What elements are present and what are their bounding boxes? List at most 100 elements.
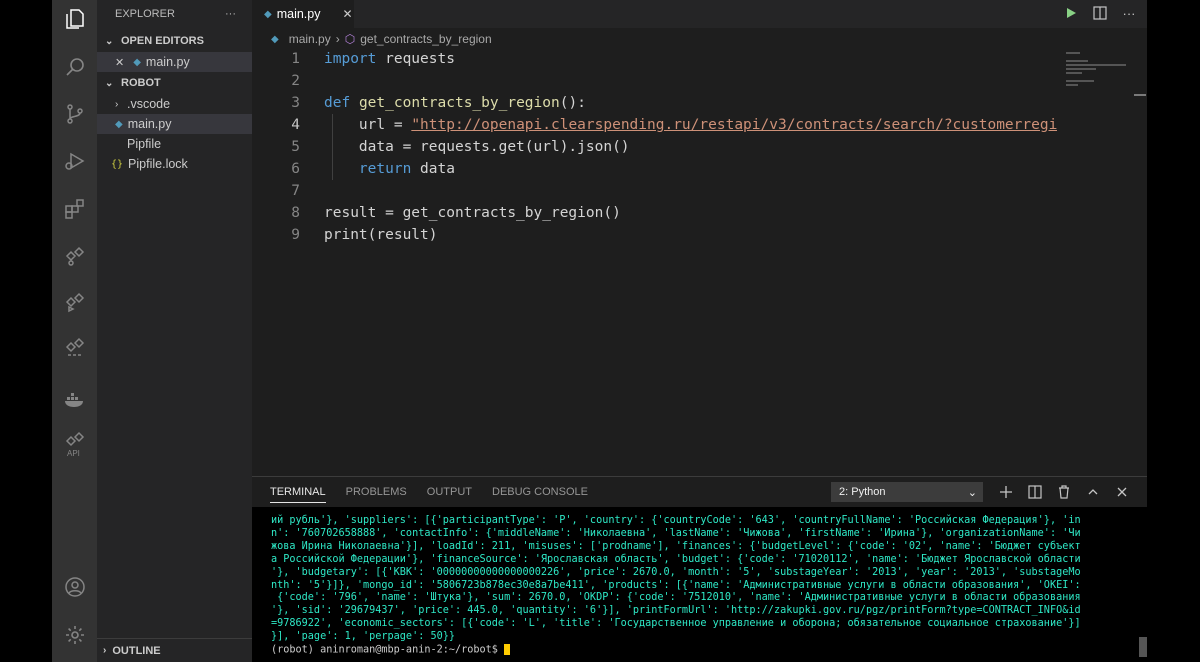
open-editor-item[interactable]: ✕ ◆ main.py: [97, 52, 252, 72]
open-editors-label: OPEN EDITORS: [121, 35, 204, 47]
python-file-icon: ◆: [115, 118, 123, 130]
tab-terminal[interactable]: TERMINAL: [270, 486, 326, 503]
code-line[interactable]: 5 data = requests.get(url).json(): [252, 136, 1062, 158]
tree-item-label: Pipfile: [127, 137, 162, 151]
files-icon[interactable]: [60, 4, 89, 33]
tree-item-label: .vscode: [127, 97, 171, 111]
code-token: result = get_contracts_by_region(): [324, 205, 621, 221]
terminal-select[interactable]: 2: Python ⌄: [831, 482, 983, 502]
line-number: 1: [291, 51, 300, 67]
terminal-line: '}, 'sid': '29679437', 'price': 445.0, '…: [271, 605, 1081, 617]
remote-containers-icon[interactable]: [60, 334, 89, 363]
code-token: return: [358, 161, 412, 177]
terminal-line: =9786922', 'economic_sectors': [{'code':…: [271, 618, 1081, 630]
code-token: import: [324, 51, 377, 67]
line-text: result = get_contracts_by_region(): [300, 205, 621, 221]
terminal-select-value: 2: Python: [839, 486, 886, 498]
code-line[interactable]: 8 result = get_contracts_by_region(): [252, 202, 1062, 224]
line-text: import requests: [300, 51, 455, 67]
line-text: return data: [300, 161, 455, 177]
open-editor-label: main.py: [145, 55, 190, 69]
trash-icon[interactable]: [1055, 483, 1072, 500]
tree-item-pipfile-lock[interactable]: {} Pipfile.lock: [97, 154, 252, 174]
line-text: print(result): [300, 227, 438, 243]
terminal-scrollbar[interactable]: [1139, 637, 1147, 657]
code-line[interactable]: 9 print(result): [252, 224, 1062, 246]
tab-output[interactable]: OUTPUT: [427, 486, 472, 498]
scrollbar-cursor-mark: [1134, 94, 1146, 96]
code-line[interactable]: 3 def get_contracts_by_region():: [252, 92, 1062, 114]
close-panel-icon[interactable]: [1113, 483, 1130, 500]
terminal[interactable]: ий рубль'}, 'suppliers': [{'participantT…: [252, 507, 1147, 662]
tab-debug-console[interactable]: DEBUG CONSOLE: [492, 486, 588, 498]
line-number: 7: [291, 183, 300, 199]
code-token: ():: [559, 95, 586, 111]
explorer-title: EXPLORER: [115, 8, 175, 20]
tree-item-main-py[interactable]: ◆ main.py: [97, 114, 252, 134]
extensions-icon[interactable]: [60, 194, 89, 223]
python-file-icon: ◆: [264, 8, 272, 20]
more-actions-icon[interactable]: ···: [1121, 5, 1137, 21]
minimap[interactable]: [1062, 50, 1134, 476]
workspace-label: ROBOT: [121, 77, 161, 89]
left-letterbox: [0, 0, 52, 662]
code-line[interactable]: 7: [252, 180, 1062, 202]
docker-icon[interactable]: [60, 384, 89, 413]
breadcrumb: ◆ main.py › ⬡ get_contracts_by_region: [252, 28, 1147, 50]
symbol-method-icon: ⬡: [344, 32, 356, 46]
live-share-icon[interactable]: [60, 287, 89, 316]
terminal-prompt-line[interactable]: (robot) aninroman@mbp-anin-2:~/robot$: [271, 644, 1147, 657]
terminal-cursor: [504, 644, 511, 656]
code-token: get_contracts_by_region: [358, 95, 560, 111]
line-number: 2: [291, 73, 300, 89]
terminal-line: {'code': '796', 'name': 'Штука'}, 'sum':…: [271, 592, 1081, 604]
code-token: data = requests.get(url).json(): [324, 139, 630, 155]
split-editor-icon[interactable]: [1092, 5, 1108, 21]
breadcrumb-file[interactable]: main.py: [289, 32, 331, 46]
code-line[interactable]: 1 import requests: [252, 48, 1062, 70]
code-editor[interactable]: 1 import requests 2 3 def get_contracts_by_r…: [252, 48, 1062, 246]
search-icon[interactable]: [60, 52, 89, 81]
code-token: print(result): [324, 227, 438, 243]
python-file-icon: ◆: [271, 33, 279, 45]
close-tab-icon[interactable]: ✕: [342, 7, 352, 21]
code-token: requests: [376, 51, 455, 67]
chevron-right-icon: ›: [335, 32, 340, 46]
chevron-down-icon: ⌄: [967, 486, 977, 499]
chevron-down-icon: ⌄: [105, 77, 114, 89]
code-line[interactable]: 4 url = "http://openapi.clearspending.ru…: [252, 114, 1062, 136]
outline-section[interactable]: › OUTLINE: [97, 638, 252, 662]
remote-icon[interactable]: [60, 241, 89, 270]
explorer-header: EXPLORER ···: [97, 0, 252, 28]
line-number: 5: [291, 139, 300, 155]
split-terminal-icon[interactable]: [1026, 483, 1043, 500]
breadcrumb-symbol[interactable]: get_contracts_by_region: [360, 32, 491, 46]
activity-bar: API: [52, 0, 97, 662]
run-python-icon[interactable]: [1063, 5, 1079, 21]
new-terminal-icon[interactable]: [997, 483, 1014, 500]
tree-item-label: main.py: [127, 117, 172, 131]
tree-item-vscode[interactable]: › .vscode: [97, 94, 252, 114]
workspace-section[interactable]: ⌄ ROBOT: [97, 72, 252, 94]
tree-item-pipfile[interactable]: Pipfile: [97, 134, 252, 154]
tab-main-py[interactable]: ◆ main.py ✕: [252, 0, 354, 28]
code-line[interactable]: 6 return data: [252, 158, 1062, 180]
code-token: def: [324, 95, 351, 111]
open-editors-section[interactable]: ⌄ OPEN EDITORS: [97, 30, 252, 52]
settings-gear-icon[interactable]: [60, 620, 89, 649]
tab-problems[interactable]: PROBLEMS: [346, 486, 407, 498]
chevron-right-icon: ›: [103, 645, 107, 656]
maximize-panel-icon[interactable]: [1084, 483, 1101, 500]
source-control-icon[interactable]: [60, 99, 89, 128]
more-actions-icon[interactable]: ···: [225, 8, 236, 20]
line-number: 3: [291, 95, 300, 111]
bottom-panel: TERMINAL PROBLEMS OUTPUT DEBUG CONSOLE 2…: [252, 476, 1147, 662]
code-line[interactable]: 2: [252, 70, 1062, 92]
close-icon[interactable]: ✕: [115, 56, 124, 69]
line-text: def get_contracts_by_region():: [300, 95, 586, 111]
account-icon[interactable]: [60, 572, 89, 601]
run-debug-icon[interactable]: [60, 146, 89, 175]
terminal-line: а Российской Федерации'}, 'financeSource…: [271, 553, 1081, 565]
panel-actions: [997, 483, 1130, 500]
